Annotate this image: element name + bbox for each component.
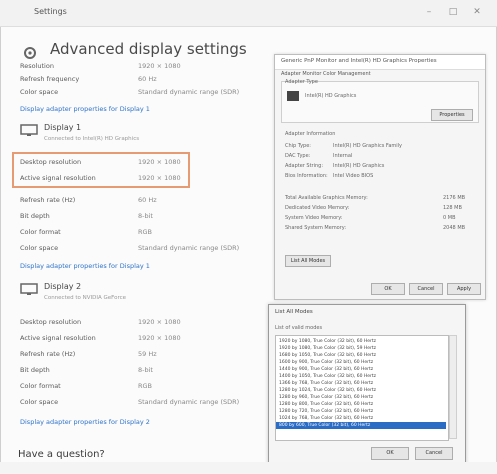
row-value: 1920 × 1080 [138, 62, 181, 70]
display-1-title: Display 1 [44, 123, 82, 132]
mem-value: 0 MB [443, 215, 456, 221]
display-2-title: Display 2 [44, 282, 82, 291]
info-key: DAC Type: [285, 153, 311, 159]
help-heading: Have a question? [18, 449, 105, 460]
mem-value: 2176 MB [443, 195, 466, 201]
list-item[interactable]: 1440 by 900, True Color (32 bit), 60 Her… [279, 366, 373, 373]
list-item[interactable]: 1400 by 1050, True Color (32 bit), 60 He… [279, 373, 376, 380]
row-value: 8-bit [138, 366, 153, 374]
row-label: Bit depth [20, 366, 50, 374]
list-item[interactable]: 1920 by 1080, True Color (32 bit), 59 He… [279, 345, 376, 352]
list-item[interactable]: 1280 by 1024, True Color (32 bit), 60 He… [279, 387, 376, 394]
list-label: List of valid modes [275, 325, 323, 331]
list-all-modes-button[interactable]: List All Modes [285, 255, 331, 267]
adapter-properties-link[interactable]: Display adapter properties for Display 1 [20, 105, 150, 113]
adapter-properties-link[interactable]: Display adapter properties for Display 2 [20, 418, 150, 426]
bottom-edge [0, 462, 497, 474]
mem-value: 2048 MB [443, 225, 466, 231]
info-value: Internal [333, 153, 353, 159]
back-button[interactable]: Settings [34, 7, 72, 18]
group-label: Adapter Type [285, 79, 318, 85]
modes-list[interactable]: 1920 by 1080, True Color (32 bit), 60 He… [275, 335, 449, 441]
info-value: Intel Video BIOS [333, 173, 374, 179]
row-value: 60 Hz [138, 75, 157, 83]
adapter-name: Intel(R) HD Graphics [305, 93, 357, 99]
monitor-icon [20, 124, 38, 136]
row-label: Color format [20, 228, 61, 236]
row-label: Resolution [20, 62, 54, 70]
row-label: Color space [20, 398, 59, 406]
row-label: Color format [20, 382, 61, 390]
row-value: 8-bit [138, 212, 153, 220]
info-value: Intel(R) HD Graphics Family [333, 143, 402, 149]
row-label: Active signal resolution [20, 334, 96, 342]
cancel-button[interactable]: Cancel [415, 447, 453, 460]
info-key: Chip Type: [285, 143, 311, 149]
list-all-modes-dialog: List All Modes List of valid modes 1920 … [268, 304, 466, 468]
mem-value: 128 MB [443, 205, 462, 211]
monitor-icon [20, 283, 38, 295]
gear-icon [24, 47, 36, 59]
list-item-selected[interactable]: 800 by 600, True Color (32 bit), 60 Hert… [276, 422, 446, 429]
row-value: 1920 × 1080 [138, 174, 181, 182]
info-key: Bios Information: [285, 173, 328, 179]
list-item[interactable]: 1366 by 768, True Color (32 bit), 60 Her… [279, 380, 373, 387]
display-1-subtitle: Connected to Intel(R) HD Graphics [44, 136, 140, 142]
close-button[interactable]: ✕ [468, 4, 486, 20]
row-label: Refresh rate (Hz) [20, 196, 76, 204]
cancel-button[interactable]: Cancel [409, 283, 443, 295]
row-value: 1920 × 1080 [138, 318, 181, 326]
ok-button[interactable]: OK [371, 283, 405, 295]
row-label: Desktop resolution [20, 158, 82, 166]
list-item[interactable]: 1920 by 1080, True Color (32 bit), 60 He… [279, 338, 376, 345]
row-label: Desktop resolution [20, 318, 82, 326]
ok-button[interactable]: OK [371, 447, 409, 460]
maximize-button[interactable]: □ [444, 4, 462, 20]
row-value: Standard dynamic range (SDR) [138, 398, 240, 406]
mem-key: System Video Memory: [285, 215, 343, 221]
list-item[interactable]: 1280 by 800, True Color (32 bit), 60 Her… [279, 401, 373, 408]
list-item[interactable]: 1280 by 960, True Color (32 bit), 60 Her… [279, 394, 373, 401]
minimize-button[interactable]: – [420, 4, 438, 20]
adapter-properties-link[interactable]: Display adapter properties for Display 1 [20, 262, 150, 270]
row-value: Standard dynamic range (SDR) [138, 88, 240, 96]
mem-key: Dedicated Video Memory: [285, 205, 350, 211]
dialog-title: List All Modes [275, 309, 313, 315]
row-value: RGB [138, 228, 153, 236]
row-label: Bit depth [20, 212, 50, 220]
row-value: 60 Hz [138, 196, 157, 204]
row-value: 59 Hz [138, 350, 157, 358]
row-label: Refresh rate (Hz) [20, 350, 76, 358]
row-value: 1920 × 1080 [138, 334, 181, 342]
row-value: RGB [138, 382, 153, 390]
display-2-subtitle: Connected to NVIDIA GeForce [44, 295, 127, 301]
adapter-properties-dialog: Generic PnP Monitor and Intel(R) HD Grap… [274, 54, 486, 300]
page-title: Advanced display settings [50, 40, 247, 58]
row-label: Active signal resolution [20, 174, 96, 182]
list-item[interactable]: 1680 by 1050, True Color (32 bit), 60 He… [279, 352, 376, 359]
row-label: Color space [20, 88, 59, 96]
row-value: Standard dynamic range (SDR) [138, 244, 240, 252]
info-key: Adapter String: [285, 163, 324, 169]
list-item[interactable]: 1280 by 720, True Color (32 bit), 60 Her… [279, 408, 373, 415]
mem-key: Total Available Graphics Memory: [285, 195, 368, 201]
row-label: Color space [20, 244, 59, 252]
row-value: 1920 × 1080 [138, 158, 181, 166]
dialog-title: Generic PnP Monitor and Intel(R) HD Grap… [281, 58, 437, 64]
apply-button[interactable]: Apply [447, 283, 481, 295]
group-label: Adapter Information [285, 131, 336, 137]
list-item[interactable]: 1600 by 900, True Color (32 bit), 60 Her… [279, 359, 373, 366]
mem-key: Shared System Memory: [285, 225, 347, 231]
chip-icon [287, 91, 299, 101]
list-item[interactable]: 1024 by 768, True Color (32 bit), 60 Her… [279, 415, 373, 422]
row-label: Refresh frequency [20, 75, 80, 83]
properties-button[interactable]: Properties [431, 109, 473, 121]
scrollbar[interactable] [449, 335, 457, 439]
info-value: Intel(R) HD Graphics [333, 163, 385, 169]
dialog-tabs[interactable]: Adapter Monitor Color Management [281, 71, 371, 77]
